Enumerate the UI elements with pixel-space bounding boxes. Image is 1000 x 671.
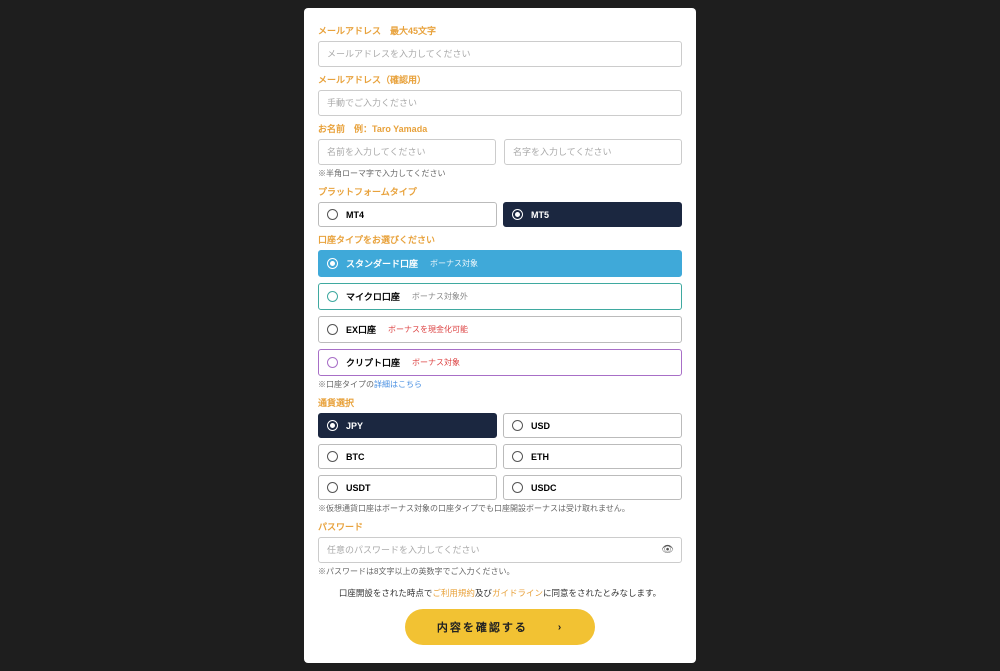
confirm-button[interactable]: 内容を確認する › [405,609,595,645]
terms-link[interactable]: ご利用規約 [432,588,475,598]
registration-form: メールアドレス 最大45文字 メールアドレス（確認用） お名前 例：Taro Y… [304,8,696,663]
name-label: お名前 例：Taro Yamada [318,122,682,135]
account-type-hint: ※口座タイプの詳細はこちら [318,379,682,390]
radio-label: BTC [346,452,365,462]
radio-label: マイクロ口座 [346,290,400,303]
guidelines-link[interactable]: ガイドライン [492,588,543,598]
email-confirm-label: メールアドレス（確認用） [318,73,682,86]
radio-label: ETH [531,452,549,462]
password-hint: ※パスワードは8文字以上の英数字でご入力ください。 [318,566,682,577]
radio-label: USD [531,421,550,431]
radio-circle-icon [512,482,523,493]
radio-circle-icon [512,420,523,431]
platform-label: プラットフォームタイプ [318,185,682,198]
radio-label: JPY [346,421,363,431]
radio-option-usd[interactable]: USD [503,413,682,438]
radio-circle-icon [327,451,338,462]
consent-text: 口座開設をされた時点でご利用規約及びガイドラインに同意をされたとみなします。 [318,587,682,599]
radio-option-mt5[interactable]: MT5 [503,202,682,227]
account-type-label: 口座タイプをお選びください [318,233,682,246]
radio-circle-icon [512,209,523,220]
radio-circle-icon [512,451,523,462]
radio-label: スタンダード口座 [346,257,418,270]
radio-option-クリプト口座[interactable]: クリプト口座 ボーナス対象 [318,349,682,376]
currency-label: 通貨選択 [318,396,682,409]
radio-option-eth[interactable]: ETH [503,444,682,469]
radio-circle-icon [327,209,338,220]
email-confirm-input[interactable] [318,90,682,116]
eye-icon[interactable]: 👁 [661,545,674,556]
radio-option-jpy[interactable]: JPY [318,413,497,438]
password-label: パスワード [318,520,682,533]
email-label: メールアドレス 最大45文字 [318,24,682,37]
account-tag: ボーナスを現金化可能 [388,324,468,335]
radio-circle-icon [327,324,338,335]
last-name-input[interactable] [504,139,682,165]
first-name-input[interactable] [318,139,496,165]
radio-label: USDC [531,483,557,493]
radio-circle-icon [327,420,338,431]
radio-option-usdt[interactable]: USDT [318,475,497,500]
radio-circle-icon [327,357,338,368]
account-type-options: スタンダード口座ボーナス対象マイクロ口座ボーナス対象外EX口座ボーナスを現金化可… [318,250,682,376]
radio-option-mt4[interactable]: MT4 [318,202,497,227]
radio-label: MT4 [346,210,364,220]
account-tag: ボーナス対象 [430,258,478,269]
currency-hint: ※仮想通貨口座はボーナス対象の口座タイプでも口座開設ボーナスは受け取れません。 [318,503,682,514]
platform-options: MT4 MT5 [318,202,682,227]
account-type-detail-link[interactable]: 詳細はこちら [374,380,422,389]
submit-label: 内容を確認する [437,619,528,635]
radio-option-スタンダード口座[interactable]: スタンダード口座 ボーナス対象 [318,250,682,277]
account-tag: ボーナス対象外 [412,291,468,302]
radio-label: クリプト口座 [346,356,400,369]
radio-option-usdc[interactable]: USDC [503,475,682,500]
chevron-right-icon: › [558,622,563,633]
radio-label: EX口座 [346,323,376,336]
radio-circle-icon [327,258,338,269]
radio-option-ex口座[interactable]: EX口座 ボーナスを現金化可能 [318,316,682,343]
account-tag: ボーナス対象 [412,357,460,368]
radio-option-マイクロ口座[interactable]: マイクロ口座 ボーナス対象外 [318,283,682,310]
radio-option-btc[interactable]: BTC [318,444,497,469]
radio-circle-icon [327,482,338,493]
radio-circle-icon [327,291,338,302]
currency-options: JPY USD BTC ETH USDT USDC [318,413,682,500]
radio-label: USDT [346,483,371,493]
name-hint: ※半角ローマ字で入力してください [318,168,682,179]
radio-label: MT5 [531,210,549,220]
email-input[interactable] [318,41,682,67]
password-input[interactable] [318,537,682,563]
